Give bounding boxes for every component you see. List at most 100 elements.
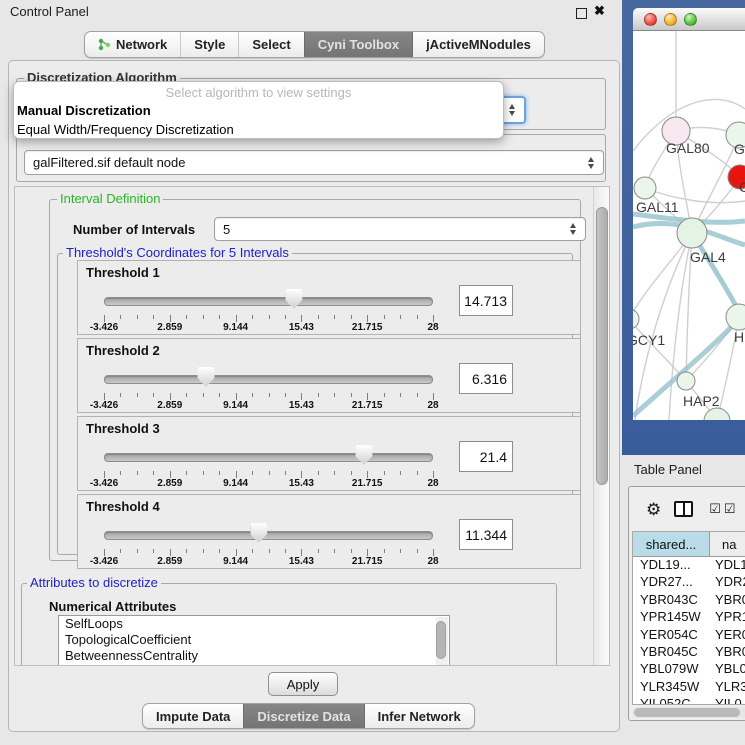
- table-row[interactable]: YBL079WYBL0: [633, 661, 745, 678]
- threshold-value-field[interactable]: [459, 519, 513, 550]
- network-node[interactable]: [677, 372, 695, 390]
- table-hscrollbar[interactable]: [632, 707, 745, 718]
- threshold-value-field[interactable]: [459, 441, 513, 472]
- slider-thumb[interactable]: [285, 289, 302, 309]
- tick-label: 9.144: [223, 400, 248, 411]
- tab-network[interactable]: Network: [85, 32, 180, 57]
- network-node[interactable]: [704, 408, 730, 420]
- settings-scroll-area: Interval Definition Number of Intervals …: [14, 186, 610, 666]
- tab-select[interactable]: Select: [238, 32, 303, 57]
- threshold-slider[interactable]: -3.4262.8599.14415.4321.71528: [104, 363, 433, 409]
- zoom-traffic-light-icon[interactable]: [684, 13, 697, 26]
- threshold-value-field[interactable]: [459, 285, 513, 316]
- panel-title: Control Panel: [10, 4, 89, 19]
- threshold-slider[interactable]: -3.4262.8599.14415.4321.71528: [104, 285, 433, 331]
- tab-discretize-data[interactable]: Discretize Data: [243, 704, 363, 728]
- tick-label: 15.43: [289, 322, 314, 333]
- app-root: Control Panel ✖ NetworkStyleSelectCyni T…: [0, 0, 745, 745]
- slider-thumb[interactable]: [197, 367, 214, 387]
- panel-scrollbar-thumb[interactable]: [596, 207, 608, 485]
- network-node-label: GAL11: [636, 199, 679, 215]
- threshold-slider[interactable]: -3.4262.8599.14415.4321.71528: [104, 441, 433, 487]
- table-row[interactable]: YDL19...YDL1: [633, 557, 745, 574]
- network-node[interactable]: [634, 177, 656, 199]
- checkbox-icon[interactable]: ☑: [709, 501, 721, 517]
- tick-mark: [186, 549, 187, 553]
- numerical-attributes-list[interactable]: SelfLoopsTopologicalCoefficientBetweenne…: [58, 615, 450, 666]
- close-icon[interactable]: ✖: [594, 3, 605, 19]
- close-traffic-light-icon[interactable]: [644, 13, 657, 26]
- table-cell: YBR0: [710, 644, 745, 661]
- tab-jactivemnodules[interactable]: jActiveMNodules: [412, 32, 544, 57]
- tick-label: -3.426: [90, 556, 118, 567]
- table-row[interactable]: YBR045CYBR0: [633, 644, 745, 661]
- threshold-slider[interactable]: -3.4262.8599.14415.4321.71528: [104, 519, 433, 565]
- column-header-shared-[interactable]: shared...: [633, 532, 710, 556]
- table-row[interactable]: YER054CYER0: [633, 627, 745, 644]
- tick-mark: [334, 315, 335, 319]
- table-row[interactable]: YBR043CYBR0: [633, 592, 745, 609]
- dropdown-option-equal-width-frequency-discretization[interactable]: Equal Width/Frequency Discretization: [14, 120, 503, 139]
- tick-label: 15.43: [289, 556, 314, 567]
- tick-mark: [417, 393, 418, 397]
- tick-mark: [252, 315, 253, 319]
- checkbox-icon[interactable]: ☑: [724, 501, 736, 517]
- tick-mark: [120, 393, 121, 397]
- tick-mark: [252, 393, 253, 397]
- tab-impute-data[interactable]: Impute Data: [143, 704, 243, 728]
- tab-style[interactable]: Style: [180, 32, 238, 57]
- apply-button[interactable]: Apply: [268, 672, 338, 696]
- tick-mark: [351, 393, 352, 397]
- tick-mark: [433, 549, 434, 556]
- tick-mark: [334, 549, 335, 553]
- tab-infer-network[interactable]: Infer Network: [364, 704, 474, 728]
- table-cell: YPR1: [710, 609, 745, 626]
- slider-thumb[interactable]: [355, 445, 372, 465]
- tick-mark: [137, 549, 138, 553]
- tick-mark: [367, 393, 368, 400]
- list-scrollbar[interactable]: [436, 617, 448, 666]
- table-data-combobox[interactable]: galFiltered.sif default node: [24, 150, 604, 175]
- float-window-icon[interactable]: [576, 8, 587, 19]
- attributes-group-label: Attributes to discretize: [27, 576, 161, 589]
- tab-cyni-toolbox[interactable]: Cyni Toolbox: [304, 32, 412, 57]
- table-data-value: galFiltered.sif default node: [33, 155, 185, 170]
- slider-track[interactable]: [104, 375, 433, 384]
- num-intervals-combobox[interactable]: 5: [214, 217, 586, 241]
- slider-thumb[interactable]: [250, 523, 267, 543]
- threshold-value-field[interactable]: [459, 363, 513, 394]
- network-node[interactable]: [633, 309, 639, 329]
- network-node[interactable]: [677, 218, 707, 248]
- tick-label: 9.144: [223, 556, 248, 567]
- tick-mark: [137, 393, 138, 397]
- slider-track[interactable]: [104, 297, 433, 306]
- attribute-item-selfloops[interactable]: SelfLoops: [59, 616, 449, 632]
- minimize-traffic-light-icon[interactable]: [664, 13, 677, 26]
- threshold-panel-4: Threshold 4-3.4262.8599.14415.4321.71528: [77, 494, 581, 569]
- table-row[interactable]: YDR27...YDR2: [633, 574, 745, 591]
- attribute-item-topologicalcoefficient[interactable]: TopologicalCoefficient: [59, 632, 449, 648]
- tick-mark: [318, 315, 319, 319]
- slider-track[interactable]: [104, 453, 433, 462]
- column-header-na[interactable]: na: [710, 532, 745, 556]
- table-row[interactable]: YLR345WYLR3: [633, 679, 745, 696]
- tick-label: 28: [427, 556, 438, 567]
- dropdown-option-manual-discretization[interactable]: Manual Discretization: [14, 101, 503, 120]
- tick-mark: [153, 471, 154, 475]
- split-columns-icon[interactable]: [674, 501, 693, 517]
- table-hscrollbar-thumb[interactable]: [634, 708, 740, 717]
- tick-mark: [104, 315, 105, 322]
- network-window-titlebar[interactable]: [633, 8, 745, 31]
- table-row[interactable]: YIL052CYIL0: [633, 696, 745, 705]
- panel-scrollbar[interactable]: [593, 187, 609, 665]
- network-node-label: GCY1: [633, 332, 665, 348]
- table-row[interactable]: YPR145WYPR1: [633, 609, 745, 626]
- network-edge: [633, 319, 686, 381]
- table-cell: YPR145W: [633, 609, 710, 626]
- tick-mark: [433, 393, 434, 400]
- gear-icon[interactable]: ⚙: [646, 501, 661, 518]
- network-canvas[interactable]: GAL80GCGAL11GAL4GCY1HHAP2: [633, 31, 745, 420]
- slider-track[interactable]: [104, 531, 433, 540]
- attribute-item-betweennesscentrality[interactable]: BetweennessCentrality: [59, 648, 449, 664]
- threshold-panel-3: Threshold 3-3.4262.8599.14415.4321.71528: [77, 416, 581, 491]
